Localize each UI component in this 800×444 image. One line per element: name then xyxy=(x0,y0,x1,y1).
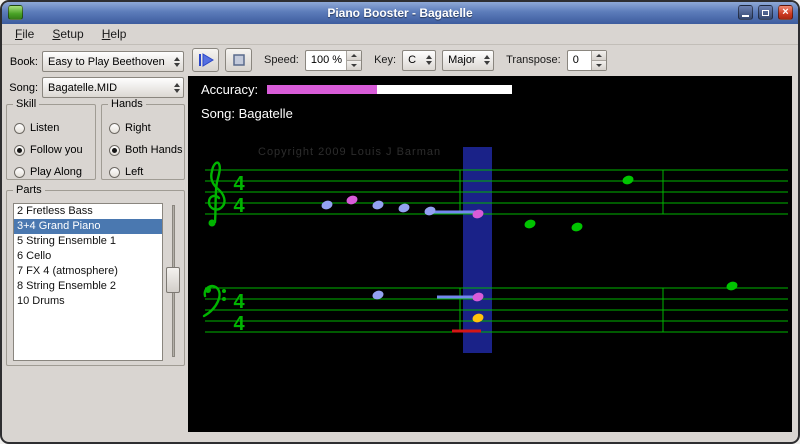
scale-select[interactable]: Major xyxy=(442,49,495,71)
maximize-icon xyxy=(762,9,769,16)
parts-list-item[interactable]: 5 String Ensemble 1 xyxy=(14,234,162,249)
radio-follow-you[interactable]: Follow you xyxy=(14,139,93,161)
key-label: Key: xyxy=(374,54,397,66)
combo-arrows-icon xyxy=(174,78,180,97)
spinner-arrows-icon[interactable] xyxy=(590,50,606,70)
radio-both-hands[interactable]: Both Hands xyxy=(109,139,182,161)
close-button[interactable]: × xyxy=(778,5,793,20)
speed-label: Speed: xyxy=(264,54,299,66)
speed-spinbox[interactable]: 100 % xyxy=(304,49,363,71)
screenshot: Piano Booster - Bagatelle × File Setup H… xyxy=(0,0,800,444)
radio-circle xyxy=(109,144,120,156)
time-signature: 4 xyxy=(233,195,245,217)
hands-group-title: Hands xyxy=(108,98,146,110)
play-button[interactable] xyxy=(192,48,219,72)
toolbar: Speed: 100 % Key: C Major Transpose: 0 xyxy=(192,45,607,75)
radio-label: Listen xyxy=(30,122,60,134)
music-notation: 4444 xyxy=(202,147,788,353)
skill-group-title: Skill xyxy=(13,98,40,110)
note xyxy=(372,200,384,210)
radio-label: Left xyxy=(125,166,144,178)
note xyxy=(571,222,583,232)
time-signature: 4 xyxy=(233,173,245,195)
play-icon xyxy=(198,53,214,67)
app-window: Piano Booster - Bagatelle × File Setup H… xyxy=(2,2,798,442)
menu-help[interactable]: Help xyxy=(93,25,136,43)
book-value: Easy to Play Beethoven xyxy=(48,55,165,68)
note xyxy=(346,195,358,205)
parts-list-item[interactable]: 7 FX 4 (atmosphere) xyxy=(14,264,162,279)
radio-circle xyxy=(14,166,25,178)
book-select[interactable]: Easy to Play Beethoven xyxy=(42,51,184,72)
radio-label: Follow you xyxy=(30,144,83,156)
minimize-button[interactable] xyxy=(738,5,753,20)
radio-circle xyxy=(109,122,120,134)
parts-list-item[interactable]: 2 Fretless Bass xyxy=(14,204,162,219)
transpose-value: 0 xyxy=(572,53,579,66)
radio-label: Play Along xyxy=(30,166,82,178)
parts-list-item[interactable]: 3+4 Grand Piano xyxy=(14,219,162,234)
book-row: Book: Easy to Play Beethoven xyxy=(4,51,184,72)
radio-label: Right xyxy=(125,122,151,134)
radio-circle xyxy=(109,166,120,178)
menu-bar: File Setup Help xyxy=(2,24,798,45)
radio-label: Both Hands xyxy=(125,144,183,156)
speed-value: 100 % xyxy=(310,53,343,66)
window-frame: Piano Booster - Bagatelle × File Setup H… xyxy=(0,0,800,444)
minimize-icon xyxy=(742,15,749,17)
radio-listen[interactable]: Listen xyxy=(14,117,93,139)
bass-clef-dot xyxy=(222,289,226,293)
close-icon: × xyxy=(782,6,789,18)
parts-volume-slider[interactable] xyxy=(165,203,181,359)
key-value: C xyxy=(408,54,417,66)
book-label: Book: xyxy=(9,55,38,68)
note xyxy=(622,175,634,185)
key-select[interactable]: C xyxy=(402,49,437,71)
window-title: Piano Booster - Bagatelle xyxy=(327,6,473,20)
parts-list[interactable]: 2 Fretless Bass 3+4 Grand Piano 5 String E… xyxy=(13,203,163,361)
transpose-spinbox[interactable]: 0 xyxy=(566,49,607,71)
radio-circle xyxy=(14,122,25,134)
song-select[interactable]: Bagatelle.MID xyxy=(42,77,184,98)
note xyxy=(424,206,436,216)
note xyxy=(321,200,333,210)
radio-left[interactable]: Left xyxy=(109,161,182,183)
title-bar[interactable]: Piano Booster - Bagatelle × xyxy=(2,2,798,24)
radio-right[interactable]: Right xyxy=(109,117,182,139)
treble-clef-ball xyxy=(208,219,216,227)
transpose-label: Transpose: xyxy=(506,54,561,66)
radio-circle xyxy=(14,144,25,156)
scale-value: Major xyxy=(448,54,476,66)
song-value: Bagatelle.MID xyxy=(48,81,118,94)
window-menu-button[interactable] xyxy=(8,5,23,20)
parts-list-item[interactable]: 6 Cello xyxy=(14,249,162,264)
skill-group: Skill Listen Follow you Play Along xyxy=(6,98,96,183)
bass-clef-dot xyxy=(222,297,226,301)
stop-icon xyxy=(232,54,245,66)
time-signature: 4 xyxy=(233,291,245,313)
note xyxy=(398,203,410,213)
parts-list-item[interactable]: 10 Drums xyxy=(14,294,162,309)
score-area: Accuracy: Song: Bagatelle Copyright 2009… xyxy=(188,76,792,432)
menu-setup[interactable]: Setup xyxy=(43,25,92,43)
menu-file[interactable]: File xyxy=(6,25,43,43)
parts-list-item[interactable]: 8 String Ensemble 2 xyxy=(14,279,162,294)
slider-handle[interactable] xyxy=(166,267,180,293)
maximize-button[interactable] xyxy=(758,5,773,20)
note xyxy=(726,281,738,291)
time-signature: 4 xyxy=(233,313,245,335)
combo-arrows-icon xyxy=(484,51,491,70)
bass-clef xyxy=(202,284,221,318)
combo-arrows-icon xyxy=(174,52,180,71)
hands-group: Hands Right Both Hands Left xyxy=(101,98,185,183)
parts-group-title: Parts xyxy=(13,184,45,196)
song-row: Song: Bagatelle.MID xyxy=(4,77,184,98)
song-label: Song: xyxy=(9,81,38,94)
parts-group: Parts 2 Fretless Bass 3+4 Grand Piano 5 St… xyxy=(6,184,185,366)
note xyxy=(524,219,536,229)
combo-arrows-icon xyxy=(426,51,433,70)
spinner-arrows-icon[interactable] xyxy=(346,50,362,70)
radio-play-along[interactable]: Play Along xyxy=(14,161,93,183)
stop-button[interactable] xyxy=(225,48,252,72)
